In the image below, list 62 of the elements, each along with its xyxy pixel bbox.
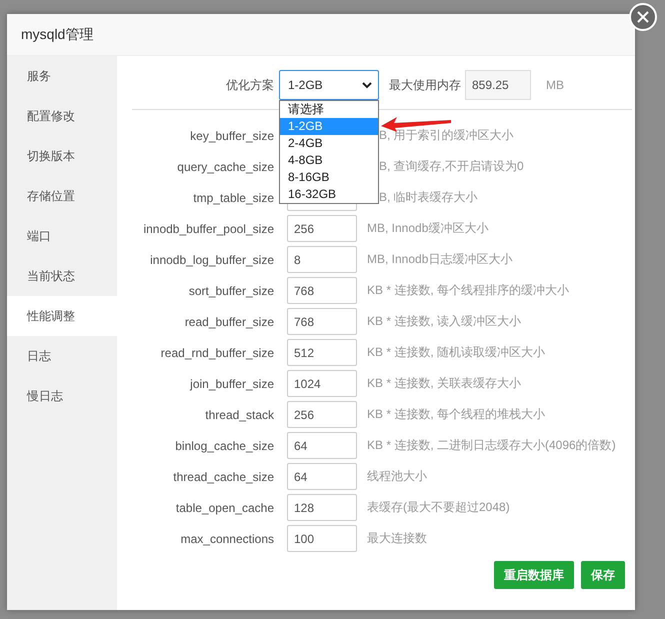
- parameter-input[interactable]: 768: [287, 308, 357, 335]
- parameter-hint: 最大连接数: [367, 530, 427, 547]
- parameter-hint: B, 用于索引的缓冲区大小: [379, 127, 514, 144]
- parameter-label: innodb_buffer_pool_size: [142, 222, 274, 236]
- sidebar-item[interactable]: 当前状态: [7, 256, 117, 296]
- close-icon: [637, 11, 649, 23]
- sidebar-item[interactable]: 存储位置: [7, 176, 117, 216]
- parameter-input[interactable]: 512: [287, 339, 357, 366]
- parameter-input[interactable]: 128: [287, 494, 357, 521]
- parameter-hint: B, 查询缓存,不开启请设为0: [379, 158, 524, 175]
- dropdown-option[interactable]: 2-4GB: [280, 135, 378, 152]
- parameter-hint: B, 临时表缓存大小: [379, 189, 478, 206]
- parameter-input[interactable]: 256: [287, 401, 357, 428]
- parameter-hint: 线程池大小: [367, 468, 427, 485]
- parameter-input[interactable]: 64: [287, 432, 357, 459]
- sidebar-item[interactable]: 切换版本: [7, 136, 117, 176]
- sidebar-item[interactable]: 慢日志: [7, 376, 117, 416]
- optimization-label: 优化方案: [226, 76, 274, 94]
- parameter-label: read_rnd_buffer_size: [160, 346, 274, 360]
- parameter-hint: KB * 连接数, 关联表缓存大小: [367, 375, 522, 392]
- parameter-hint: 表缓存(最大不要超过2048): [367, 499, 510, 516]
- parameter-hint: MB, Innodb缓冲区大小: [367, 220, 488, 237]
- dialog-title: mysqld管理: [7, 14, 635, 56]
- sidebar-item[interactable]: 服务: [7, 56, 117, 96]
- parameter-hint: KB * 连接数, 读入缓冲区大小: [367, 313, 522, 330]
- parameter-label: read_buffer_size: [184, 314, 274, 328]
- sidebar-item[interactable]: 端口: [7, 216, 117, 256]
- sidebar-item[interactable]: 性能调整: [7, 296, 117, 336]
- parameter-label: innodb_log_buffer_size: [149, 252, 274, 266]
- max-memory-field[interactable]: 859.25: [465, 70, 531, 100]
- parameter-label: join_buffer_size: [188, 376, 274, 390]
- sidebar-item[interactable]: 日志: [7, 336, 117, 376]
- parameter-hint: KB * 连接数, 二进制日志缓存大小(4096的倍数): [367, 437, 616, 454]
- max-memory-label: 最大使用内存: [389, 76, 461, 94]
- parameter-label: query_cache_size: [176, 160, 274, 174]
- dropdown-option[interactable]: 请选择: [280, 101, 378, 118]
- parameter-label: key_buffer_size: [189, 128, 274, 142]
- plan-select[interactable]: 1-2GB: [279, 70, 379, 100]
- parameter-label: tmp_table_size: [192, 190, 274, 204]
- parameter-input[interactable]: 8: [287, 246, 357, 273]
- parameter-input[interactable]: 64: [287, 463, 357, 490]
- parameter-label: thread_cache_size: [172, 470, 274, 484]
- parameter-hint: KB * 连接数, 每个线程排序的缓冲大小: [367, 282, 570, 299]
- chevron-down-icon: [362, 82, 372, 88]
- sidebar-item[interactable]: 配置修改: [7, 96, 117, 136]
- parameter-label: max_connections: [180, 532, 274, 546]
- parameter-hint: MB, Innodb日志缓冲区大小: [367, 251, 512, 268]
- parameter-hint: KB * 连接数, 随机读取缓冲区大小: [367, 344, 546, 361]
- parameter-hint: KB * 连接数, 每个线程的堆栈大小: [367, 406, 546, 423]
- parameter-input[interactable]: 100: [287, 525, 357, 552]
- parameter-input[interactable]: 256: [287, 215, 357, 242]
- dropdown-option[interactable]: 4-8GB: [280, 152, 378, 169]
- close-button[interactable]: [629, 3, 657, 31]
- unit-label: MB: [546, 78, 564, 92]
- dropdown-option[interactable]: 8-16GB: [280, 169, 378, 186]
- parameter-label: sort_buffer_size: [188, 284, 274, 298]
- parameter-input[interactable]: 768: [287, 277, 357, 304]
- parameter-label: table_open_cache: [174, 500, 274, 514]
- parameter-label: binlog_cache_size: [174, 438, 274, 452]
- parameter-input[interactable]: 1024: [287, 370, 357, 397]
- parameter-label: thread_stack: [204, 408, 274, 422]
- dropdown-option[interactable]: 16-32GB: [280, 186, 378, 203]
